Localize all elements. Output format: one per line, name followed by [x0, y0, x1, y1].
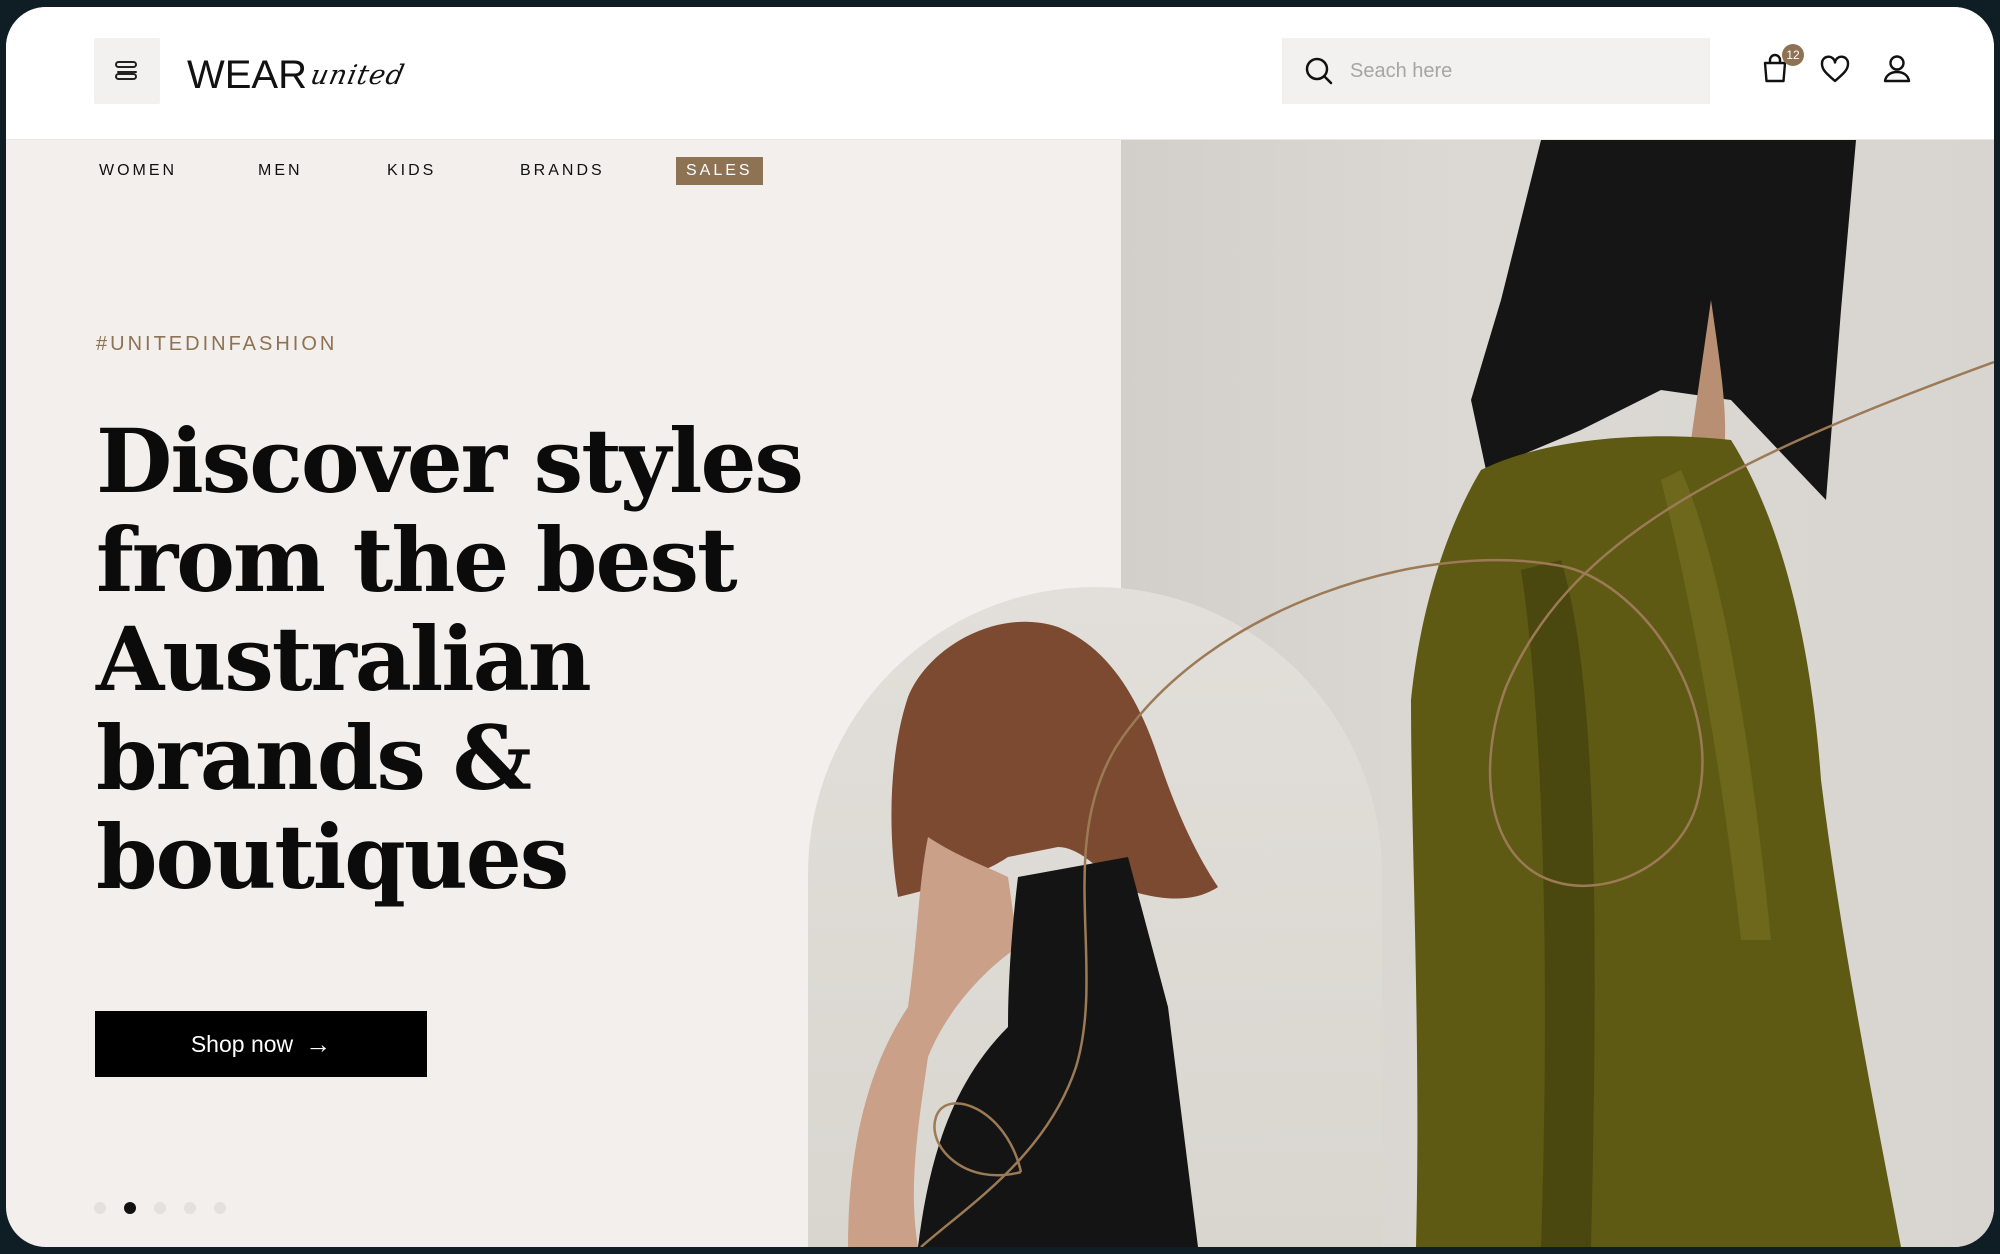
cart-count-badge: 12: [1782, 44, 1804, 66]
carousel-dot-active[interactable]: [124, 1202, 136, 1214]
cart-button[interactable]: 12: [1758, 44, 1804, 88]
nav-item-kids[interactable]: KIDS: [387, 157, 436, 185]
carousel-dot[interactable]: [214, 1202, 226, 1214]
logo-script: united: [307, 60, 408, 91]
wishlist-button[interactable]: [1818, 52, 1854, 88]
hero-image-model-portrait: [808, 587, 1382, 1247]
nav-item-brands[interactable]: BRANDS: [520, 157, 605, 185]
logo[interactable]: WEAR united: [187, 45, 408, 97]
portrait-model-illustration: [848, 621, 1218, 1247]
search-bar[interactable]: [1282, 38, 1710, 104]
shop-now-button[interactable]: Shop now →: [95, 1011, 427, 1077]
user-icon: [1883, 55, 1911, 83]
carousel-dot[interactable]: [184, 1202, 196, 1214]
nav-item-men[interactable]: MEN: [258, 157, 303, 185]
menu-icon: [115, 61, 137, 80]
hero-headline: Discover styles from the best Australian…: [96, 409, 804, 909]
account-button[interactable]: [1880, 52, 1916, 88]
app-frame: WEAR united 12: [6, 7, 1994, 1247]
search-input[interactable]: [1348, 58, 1692, 84]
arrow-right-icon: →: [305, 1029, 332, 1059]
header: WEAR united 12: [6, 7, 1994, 140]
logo-wordmark: WEAR: [187, 53, 307, 97]
heart-icon: [1820, 55, 1850, 83]
nav-item-women[interactable]: WOMEN: [99, 157, 177, 185]
carousel-dot[interactable]: [94, 1202, 106, 1214]
hero-hashtag: #UNITEDINFASHION: [96, 333, 338, 355]
shop-now-label: Shop now: [190, 1030, 294, 1057]
search-icon[interactable]: [1304, 56, 1334, 86]
nav-item-sales[interactable]: SALES: [676, 157, 763, 185]
carousel-dot[interactable]: [154, 1202, 166, 1214]
carousel-dots: [94, 1202, 226, 1214]
menu-button[interactable]: [94, 38, 160, 104]
